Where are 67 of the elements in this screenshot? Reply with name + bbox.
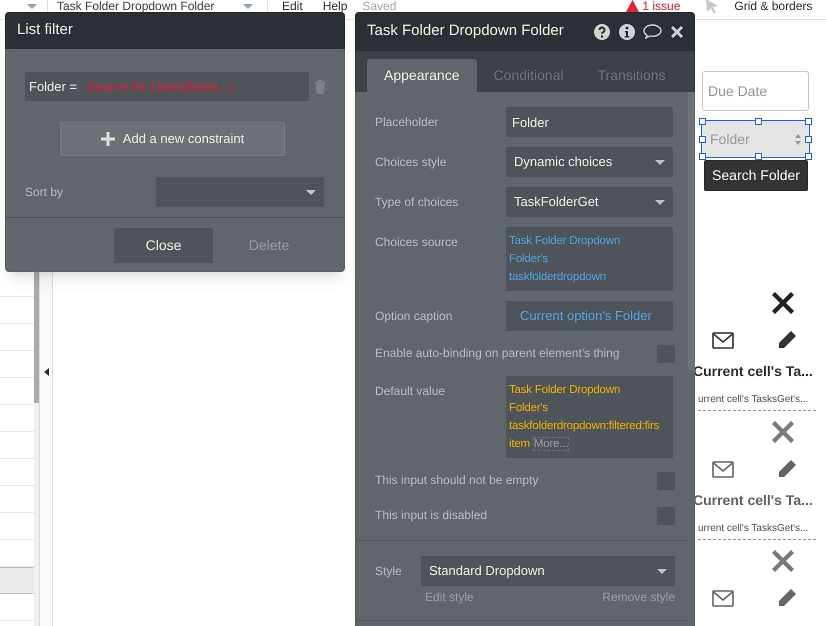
pencil-icon[interactable] (777, 330, 797, 350)
input-field[interactable]: Folder (506, 107, 673, 137)
dropdown[interactable]: TaskFolderGet (506, 187, 673, 217)
field-label: Default value (375, 383, 446, 400)
expression-field[interactable]: Task Folder Dropdown Folder's taskfolderdropdown (506, 227, 673, 291)
delete-icon[interactable] (772, 292, 794, 314)
cell-title: Current cell's Ta... (693, 491, 813, 510)
search-button[interactable]: Search Folder (704, 160, 808, 191)
field-label: Style (375, 563, 403, 580)
field-label: Sort by (25, 184, 64, 201)
field-label: Placeholder (375, 114, 440, 131)
envelope-icon[interactable] (712, 461, 734, 478)
caret-icon (655, 160, 665, 164)
resize-handle[interactable] (805, 136, 812, 143)
resize-handle[interactable] (699, 136, 706, 143)
caret-icon (27, 4, 37, 8)
field-label: This input is disabled (375, 507, 488, 524)
caret-icon (243, 4, 253, 8)
resize-handle[interactable] (805, 153, 812, 160)
caret-icon (657, 568, 667, 574)
cell-subtitle: urrent cell's TasksGet's... (698, 521, 816, 540)
up-down-icon (795, 134, 801, 144)
resize-handle[interactable] (805, 118, 812, 125)
issues-link[interactable]: 1 issue (642, 0, 694, 12)
resize-handle[interactable] (755, 153, 762, 160)
field-label: Option caption (375, 308, 454, 325)
field-label: Choices source (375, 234, 459, 251)
cell-title: Current cell's Ta... (693, 362, 813, 381)
expression-field[interactable]: Current option's Folder (506, 301, 673, 331)
envelope-icon[interactable] (712, 332, 734, 349)
add-constraint-button[interactable]: Add a new constraint (60, 122, 285, 156)
caret-icon (306, 190, 316, 194)
field-label: Choices style (375, 154, 448, 171)
close-button[interactable]: Close (114, 228, 213, 263)
grid-toggle[interactable]: Grid & borders (734, 0, 812, 12)
save-status: Saved (362, 0, 398, 12)
panel-title: List filter (17, 20, 73, 40)
resize-handle[interactable] (699, 118, 706, 125)
menu-item[interactable]: Help (322, 0, 348, 12)
plus-icon (100, 132, 115, 146)
tab[interactable]: Appearance (367, 59, 477, 92)
date-input[interactable]: Due Date (702, 71, 809, 111)
caret-icon (655, 200, 665, 204)
pencil-icon[interactable] (777, 588, 797, 608)
more-link[interactable]: More... (532, 437, 570, 451)
scrollbar-thumb[interactable] (688, 92, 695, 370)
dropdown[interactable]: Dynamic choices (506, 147, 673, 177)
field-label: Type of choices (375, 194, 460, 211)
panel-title: Task Folder Dropdown Folder (367, 21, 565, 42)
dropdown[interactable]: Standard Dropdown (421, 556, 675, 586)
pencil-icon[interactable] (777, 459, 797, 479)
close-icon[interactable] (671, 26, 683, 38)
resize-handle[interactable] (699, 153, 706, 160)
envelope-icon[interactable] (712, 590, 734, 607)
scrollbar-thumb[interactable] (34, 270, 39, 403)
expression-field[interactable]: Task Folder Dropdown Folder's taskfolderdropdown:filtered:firs item More... (506, 376, 673, 458)
info-icon[interactable] (619, 24, 635, 40)
field-label: This input should not be empty (375, 472, 540, 489)
field-label: Enable auto-binding on parent element's thing (375, 345, 620, 362)
resize-handle[interactable] (755, 118, 762, 125)
comment-icon[interactable] (643, 24, 662, 39)
collapse-caret-icon[interactable] (44, 368, 48, 376)
constraint-field[interactable]: Folder = Search for Users(More...) (25, 72, 309, 101)
menu-item[interactable]: Edit (282, 0, 303, 12)
element-selector[interactable]: Task Folder Dropdown Folder (57, 0, 243, 12)
cell-subtitle: urrent cell's TasksGet's... (698, 392, 816, 411)
help-icon[interactable] (594, 24, 610, 40)
